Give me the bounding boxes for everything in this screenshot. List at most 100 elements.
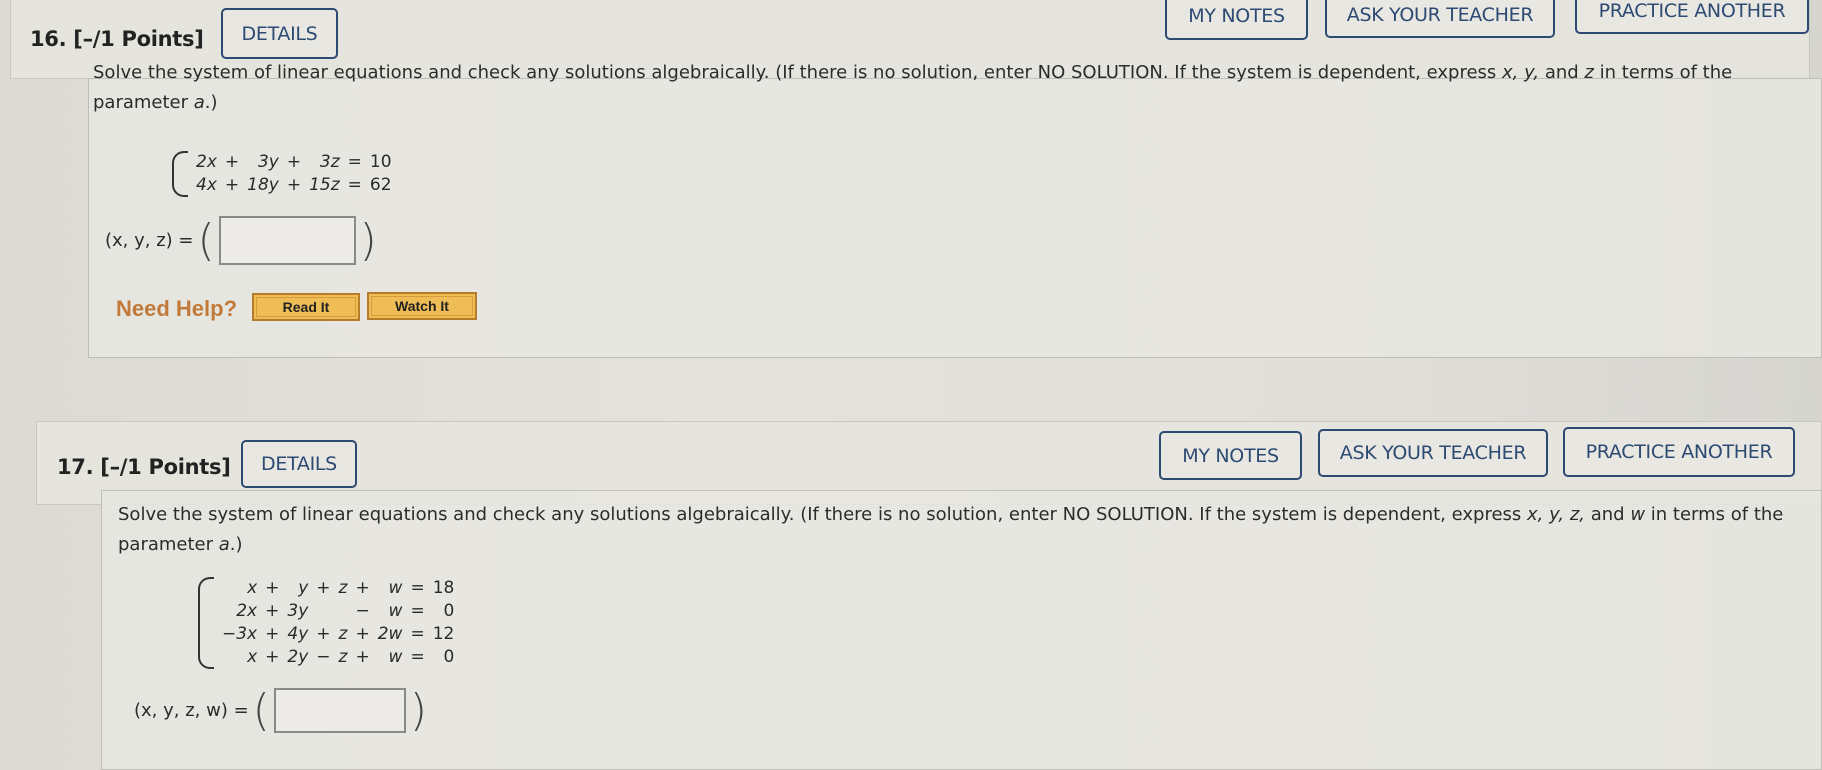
equation-term: 2y (287, 647, 309, 667)
equation-term: = (410, 624, 425, 644)
equation-term: + (265, 601, 280, 621)
answer-label: (x, y, z, w) = (134, 700, 249, 721)
question-16-prompt: Solve the system of linear equations and… (93, 56, 1813, 120)
equation-term: 62 (369, 175, 392, 195)
equation-row: x + y + z + w = 18 (218, 577, 458, 600)
question-16-practice-another-button[interactable]: PRACTICE ANOTHER (1575, 0, 1809, 34)
equation-term: + (265, 647, 280, 667)
equation-term: 2x (236, 601, 258, 621)
equation-term: + (286, 175, 302, 195)
question-17-number: 17. [–/1 Points] (57, 455, 231, 479)
equation-term: + (265, 578, 280, 598)
watch-it-button[interactable]: Watch It (367, 292, 477, 320)
prompt-vars: x, y, z, (1527, 504, 1585, 525)
equation-term: 4y (287, 624, 309, 644)
equation-term: z (338, 624, 348, 644)
prompt-text: in terms of the (1593, 62, 1733, 83)
question-16-ask-teacher-button[interactable]: ASK YOUR TEACHER (1325, 0, 1555, 38)
equation-term: + (316, 624, 331, 644)
prompt-text: .) (229, 534, 243, 555)
question-16-number: 16. [–/1 Points] (30, 27, 204, 51)
left-brace-icon (198, 577, 214, 669)
equation-term: + (224, 175, 240, 195)
prompt-text: Solve the system of linear equations and… (93, 62, 1503, 83)
equation-term: 18y (247, 175, 279, 195)
equation-term: = (347, 152, 362, 172)
equation-term: + (355, 578, 370, 598)
read-it-button[interactable]: Read It (252, 293, 360, 321)
prompt-var: z (1584, 62, 1594, 83)
equation-term: 12 (432, 624, 455, 644)
close-paren: ) (359, 214, 377, 266)
prompt-text: in terms of the (1645, 504, 1784, 525)
prompt-vars: x, y, (1502, 62, 1540, 83)
prompt-text: and (1539, 62, 1585, 83)
equation-term: 15z (309, 175, 340, 195)
equation-term: = (410, 601, 425, 621)
equation-term: w (388, 601, 403, 621)
equation-term: + (316, 578, 331, 598)
equation-term: 3y (257, 152, 279, 172)
equation-row: −3x +4y + z +2w = 12 (218, 623, 458, 646)
prompt-text: Solve the system of linear equations and… (118, 504, 1528, 525)
equation-term: + (355, 624, 370, 644)
equation-term: + (286, 152, 302, 172)
equation-term: −3x (222, 624, 258, 644)
equation-term: 3y (287, 601, 309, 621)
open-paren: ( (252, 684, 270, 736)
equation-term: 2x (196, 152, 217, 172)
question-17-prompt: Solve the system of linear equations and… (118, 498, 1818, 562)
need-help-label: Need Help? (116, 296, 238, 321)
question-17-details-button[interactable]: DETAILS (241, 440, 357, 488)
equation-term: − (316, 647, 331, 667)
question-17-practice-another-button[interactable]: PRACTICE ANOTHER (1563, 427, 1795, 477)
prompt-text: parameter (118, 534, 219, 555)
prompt-text: .) (204, 92, 218, 113)
prompt-param: a (193, 92, 205, 113)
equation-term: 10 (369, 152, 392, 172)
equation-term: 3z (319, 152, 340, 172)
prompt-text: and (1585, 504, 1631, 525)
equation-term: x (247, 578, 258, 598)
question-17-answer-row: (x, y, z, w) = ( ) (134, 688, 431, 733)
equation-row: 2x +3y − w = 0 (218, 600, 458, 623)
question-16-equation-system: 2x +3y +3z = 10 4x +18y +15z = 62 (172, 151, 396, 197)
question-16-details-button[interactable]: DETAILS (221, 8, 338, 59)
equation-term: + (355, 647, 370, 667)
equation-term: + (224, 152, 240, 172)
equation-term: + (265, 624, 280, 644)
equation-term: x (247, 647, 258, 667)
equation-term: z (338, 647, 348, 667)
equation-term (335, 600, 352, 623)
equation-term: 2w (377, 624, 403, 644)
equation-term: y (298, 578, 309, 598)
equation-term: = (347, 175, 362, 195)
equation-term: = (410, 578, 425, 598)
question-16-answer-input[interactable] (218, 216, 356, 265)
equation-term: w (388, 647, 403, 667)
prompt-param: a (218, 534, 230, 555)
equation-term: z (338, 578, 348, 598)
question-17-ask-teacher-button[interactable]: ASK YOUR TEACHER (1318, 429, 1548, 477)
question-16-answer-row: (x, y, z) = ( ) (105, 216, 381, 265)
prompt-var: w (1630, 504, 1646, 525)
equation-term: − (355, 601, 370, 621)
equation-row: 4x +18y +15z = 62 (192, 174, 396, 197)
equation-term (312, 600, 334, 623)
close-paren: ) (409, 684, 427, 736)
equation-term: 18 (432, 578, 455, 598)
question-16-my-notes-button[interactable]: MY NOTES (1165, 0, 1308, 40)
equation-term: 0 (443, 601, 455, 621)
equation-term: = (410, 647, 425, 667)
left-brace-icon (172, 151, 188, 197)
equation-term: w (388, 578, 403, 598)
question-17-answer-input[interactable] (273, 688, 406, 733)
answer-label: (x, y, z) = (105, 230, 194, 251)
equation-row: 2x +3y +3z = 10 (192, 151, 396, 174)
equation-row: x +2y − z + w = 0 (218, 646, 458, 669)
equation-term: 0 (443, 647, 455, 667)
question-17-my-notes-button[interactable]: MY NOTES (1159, 431, 1302, 480)
open-paren: ( (197, 214, 215, 266)
prompt-text: parameter (93, 92, 194, 113)
equation-term: 4x (196, 175, 217, 195)
